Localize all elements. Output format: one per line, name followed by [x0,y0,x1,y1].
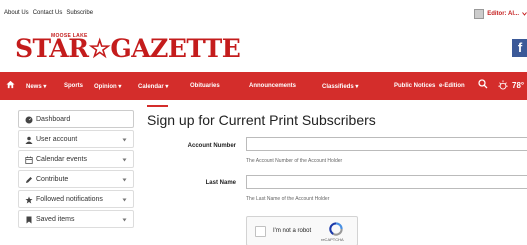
sidebar-item-label: Followed notifications [36,196,103,203]
sidebar-item-label: Dashboard [36,116,71,123]
site-logo[interactable]: MOOSE LAKE STAR☆GAZETTE [15,30,265,70]
recaptcha-label: I'm not a robot [273,228,312,234]
nav-obituaries[interactable]: Obituaries [190,83,220,89]
sidebar-item-user-account[interactable]: User account [18,130,134,148]
search-icon[interactable] [478,79,488,89]
dashboard-icon [25,116,33,124]
avatar [474,9,485,19]
pencil-icon [26,177,32,183]
weather-sun-icon [498,80,508,90]
logo-title: STAR☆GAZETTE [15,34,241,63]
page-title: Sign up for Current Print Subscribers [147,112,376,128]
recaptcha-brand: reCAPTCHA [321,237,344,242]
star-icon [25,196,33,204]
nav-e-edition[interactable]: e-Edition [439,83,465,89]
sidebar-item-label: Calendar events [36,156,87,163]
sidebar-item-label: Saved items [36,216,75,223]
sidebar-item-label: Contribute [36,176,69,183]
nav-public-notices[interactable]: Public Notices [394,83,435,89]
account-number-input[interactable] [246,137,527,151]
sidebar-item-contribute[interactable]: Contribute [18,170,134,188]
contact-us-link[interactable]: Contact Us [33,10,63,16]
nav-calendar[interactable]: Calendar ▾ [138,83,168,90]
chevron-down-icon [522,12,527,16]
account-number-label: Account Number [187,143,236,149]
nav-announcements[interactable]: Announcements [249,83,296,89]
home-icon[interactable] [6,80,15,89]
sidebar-item-followed-notifications[interactable]: Followed notifications [18,190,134,208]
recaptcha-logo-icon [329,222,343,236]
sidebar-item-label: User account [36,136,78,143]
title-accent-bar [147,105,168,107]
bookmark-icon [26,216,32,224]
facebook-icon[interactable]: f [512,39,527,57]
sidebar-item-calendar-events[interactable]: Calendar events [18,150,134,168]
top-links: About Us Contact Us Subscribe [4,10,93,16]
recaptcha-widget: I'm not a robot reCAPTCHA [246,216,358,245]
nav-opinion[interactable]: Opinion ▾ [94,83,121,90]
user-menu[interactable]: Editor: Al... [474,9,527,19]
chevron-down-icon [122,178,127,182]
chevron-down-icon [122,198,127,202]
last-name-help: The Last Name of the Account Holder [246,196,330,202]
sidebar-item-saved-items[interactable]: Saved items [18,210,134,228]
subscribe-link[interactable]: Subscribe [66,10,93,16]
nav-classifieds[interactable]: Classifieds ▾ [322,83,358,90]
temperature: 78° [512,81,525,90]
calendar-icon [25,156,33,164]
chevron-down-icon [122,138,127,142]
chevron-down-icon [122,158,127,162]
user-icon [25,136,33,144]
account-number-help: The Account Number of the Account Holder [246,158,343,164]
top-bar: About Us Contact Us Subscribe Editor: Al… [0,0,527,30]
nav-sports[interactable]: Sports [64,83,83,89]
recaptcha-checkbox[interactable] [255,226,266,237]
main-nav: News ▾ Sports Opinion ▾ Calendar ▾ Obitu… [0,72,527,100]
chevron-down-icon [122,218,127,222]
last-name-input[interactable] [246,175,527,189]
nav-news[interactable]: News ▾ [26,83,46,90]
user-name: Editor: Al... [487,11,519,17]
last-name-label: Last Name [205,180,236,186]
about-us-link[interactable]: About Us [4,10,29,16]
sidebar-item-dashboard[interactable]: Dashboard [18,110,134,128]
